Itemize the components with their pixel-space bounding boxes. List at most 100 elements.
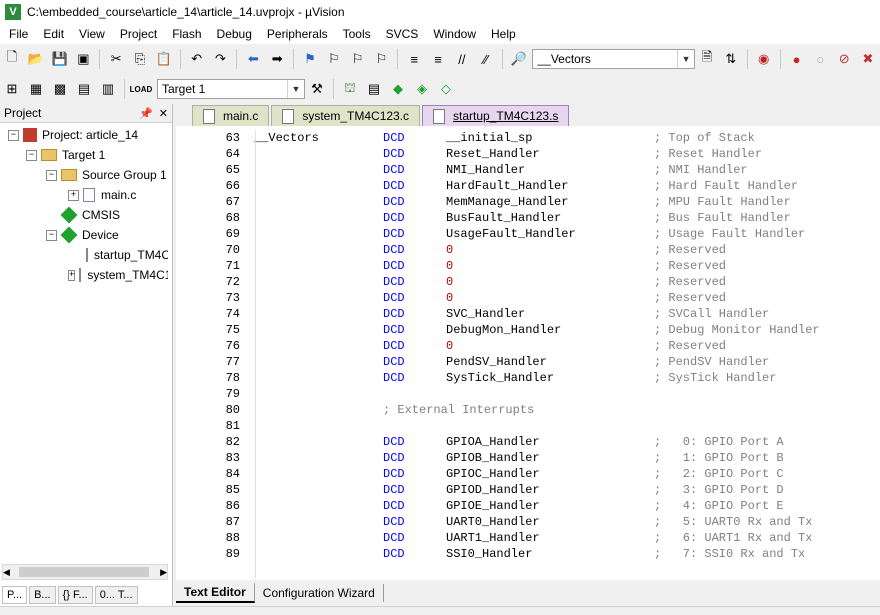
find-in-files-icon[interactable]: 🔎 <box>509 49 529 69</box>
code-line[interactable]: 64 DCD Reset_Handler ; Reset Handler <box>180 146 880 162</box>
save-all-icon[interactable]: ▣ <box>73 49 93 69</box>
collapse-icon[interactable]: − <box>8 129 19 141</box>
tab-project[interactable]: P... <box>2 586 28 604</box>
code-line[interactable]: 76 DCD 0 ; Reserved <box>180 338 880 354</box>
menu-svcs[interactable]: SVCS <box>377 27 425 41</box>
tab-configuration-wizard[interactable]: Configuration Wizard <box>255 584 384 602</box>
code-line[interactable]: 89 DCD SSI0_Handler ; 7: SSI0 Rx and Tx <box>180 546 880 562</box>
code-line[interactable]: 78 DCD SysTick_Handler ; SysTick Handler <box>180 370 880 386</box>
code-line[interactable]: 77 DCD PendSV_Handler ; PendSV Handler <box>180 354 880 370</box>
menu-edit[interactable]: Edit <box>34 27 70 41</box>
target-select[interactable]: Target 1 ▼ <box>157 79 305 99</box>
build-icon[interactable]: ▦ <box>26 79 46 99</box>
scrollbar-thumb[interactable] <box>19 567 149 577</box>
manage-project-items-icon[interactable]: ⛫ <box>340 79 360 99</box>
tree-node-device[interactable]: − Device <box>46 225 119 245</box>
disable-breakpoints-icon[interactable]: ⊘ <box>834 49 854 69</box>
menu-file[interactable]: File <box>0 27 34 41</box>
horizontal-scrollbar[interactable]: ◀ ▶ <box>2 564 168 580</box>
code-line[interactable]: 75 DCD DebugMon_Handler ; Debug Monitor Han… <box>180 322 880 338</box>
unindent-icon[interactable]: ≡ <box>428 49 448 69</box>
pin-icon[interactable]: 📌 <box>139 107 153 120</box>
collapse-icon[interactable]: − <box>26 149 37 161</box>
menu-flash[interactable]: Flash <box>163 27 207 41</box>
tab-books[interactable]: B... <box>29 586 56 604</box>
code-line[interactable]: 65 DCD NMI_Handler ; NMI Handler <box>180 162 880 178</box>
tab-main-c[interactable]: main.c <box>192 105 270 126</box>
code-line[interactable]: 84 DCD GPIOC_Handler ; 2: GPIO Port C <box>180 466 880 482</box>
scroll-left-icon[interactable]: ◀ <box>3 567 10 578</box>
code-line[interactable]: 83 DCD GPIOB_Handler ; 1: GPIO Port B <box>180 450 880 466</box>
chevron-down-icon[interactable]: ▼ <box>677 50 694 68</box>
find-combo[interactable]: __Vectors ▼ <box>532 49 696 69</box>
code-line[interactable]: 87 DCD UART0_Handler ; 5: UART0 Rx and Tx <box>180 514 880 530</box>
close-icon[interactable]: ✕ <box>159 107 168 120</box>
navigate-forward-icon[interactable]: ➡ <box>267 49 287 69</box>
uncomment-icon[interactable]: ⁄⁄ <box>476 49 496 69</box>
select-packs-icon[interactable]: ▤ <box>364 79 384 99</box>
code-line[interactable]: 73 DCD 0 ; Reserved <box>180 290 880 306</box>
redo-icon[interactable]: ↷ <box>211 49 231 69</box>
scroll-right-icon[interactable]: ▶ <box>160 567 167 578</box>
menu-help[interactable]: Help <box>482 27 522 41</box>
collapse-icon[interactable]: − <box>46 169 57 181</box>
code-line[interactable]: 82 DCD GPIOA_Handler ; 0: GPIO Port A <box>180 434 880 450</box>
chevron-down-icon[interactable]: ▼ <box>287 80 304 98</box>
code-line[interactable]: 66 DCD HardFault_Handler ; Hard Fault Handl… <box>180 178 880 194</box>
code-line[interactable]: 85 DCD GPIOD_Handler ; 3: GPIO Port D <box>180 482 880 498</box>
code-area[interactable]: 63 __Vectors DCD __initial_sp ; Top of Stack… <box>180 130 880 578</box>
manage-rte-icon[interactable]: ◆ <box>388 79 408 99</box>
load-download-icon[interactable]: LOAD <box>130 79 153 99</box>
menu-project[interactable]: Project <box>111 27 163 41</box>
tree-node-startup[interactable]: startup_TM4C123.s <box>86 245 168 265</box>
code-line[interactable]: 71 DCD 0 ; Reserved <box>180 258 880 274</box>
tree-node-system[interactable]: + system_TM4C123.c <box>68 265 168 285</box>
code-line[interactable]: 72 DCD 0 ; Reserved <box>180 274 880 290</box>
clear-bookmarks-icon[interactable]: ⚐ <box>372 49 392 69</box>
next-bookmark-icon[interactable]: ⚐ <box>348 49 368 69</box>
rebuild-icon[interactable]: ▩ <box>50 79 70 99</box>
prev-bookmark-icon[interactable]: ⚐ <box>324 49 344 69</box>
incremental-find-icon[interactable]: ⇅ <box>721 49 741 69</box>
pack-installer-icon[interactable]: ◈ <box>412 79 432 99</box>
multi-project-icon[interactable]: ◇ <box>436 79 456 99</box>
expand-icon[interactable]: + <box>68 189 79 201</box>
code-line[interactable]: 79 <box>180 386 880 402</box>
tree-node-project[interactable]: − Project: article_14 <box>8 125 138 145</box>
translate-icon[interactable]: ⊞ <box>2 79 22 99</box>
bookmark-icon[interactable]: ⚑ <box>300 49 320 69</box>
kill-breakpoints-icon[interactable]: ✖ <box>858 49 878 69</box>
start-debug-icon[interactable]: ◉ <box>754 49 774 69</box>
menu-window[interactable]: Window <box>424 27 482 41</box>
copy-icon[interactable]: ⎘ <box>130 49 150 69</box>
tab-functions[interactable]: {} F... <box>57 586 93 604</box>
undo-icon[interactable]: ↶ <box>187 49 207 69</box>
target-options-icon[interactable]: ⚒ <box>307 79 327 99</box>
tree-node-main-c[interactable]: + main.c <box>68 185 136 205</box>
code-line[interactable]: 80 ; External Interrupts <box>180 402 880 418</box>
new-file-icon[interactable]: 🗋 <box>2 49 22 69</box>
stop-build-icon[interactable]: ▥ <box>98 79 118 99</box>
paste-icon[interactable]: 📋 <box>154 49 174 69</box>
menu-peripherals[interactable]: Peripherals <box>258 27 334 41</box>
code-line[interactable]: 81 <box>180 418 880 434</box>
code-line[interactable]: 67 DCD MemManage_Handler ; MPU Fault Handle… <box>180 194 880 210</box>
tab-templates[interactable]: 0... T... <box>94 586 138 604</box>
navigate-back-icon[interactable]: ⬅ <box>243 49 263 69</box>
code-line[interactable]: 69 DCD UsageFault_Handler ; Usage Fault Han… <box>180 226 880 242</box>
tab-system-c[interactable]: system_TM4C123.c <box>271 105 421 126</box>
code-line[interactable]: 74 DCD SVC_Handler ; SVCall Handler <box>180 306 880 322</box>
tab-text-editor[interactable]: Text Editor <box>176 583 255 603</box>
menu-view[interactable]: View <box>70 27 111 41</box>
open-folder-icon[interactable]: 📂 <box>26 49 46 69</box>
tab-startup-s[interactable]: startup_TM4C123.s <box>422 105 570 126</box>
tree-node-source-group[interactable]: − Source Group 1 <box>46 165 167 185</box>
indent-icon[interactable]: ≡ <box>404 49 424 69</box>
code-line[interactable]: 63 __Vectors DCD __initial_sp ; Top of Stack <box>180 130 880 146</box>
menu-debug[interactable]: Debug <box>208 27 258 41</box>
tree-node-target[interactable]: − Target 1 <box>26 145 105 165</box>
comment-icon[interactable]: // <box>452 49 472 69</box>
save-icon[interactable]: 💾 <box>50 49 70 69</box>
tree-node-cmsis[interactable]: CMSIS <box>60 205 120 225</box>
cut-icon[interactable]: ✂ <box>106 49 126 69</box>
